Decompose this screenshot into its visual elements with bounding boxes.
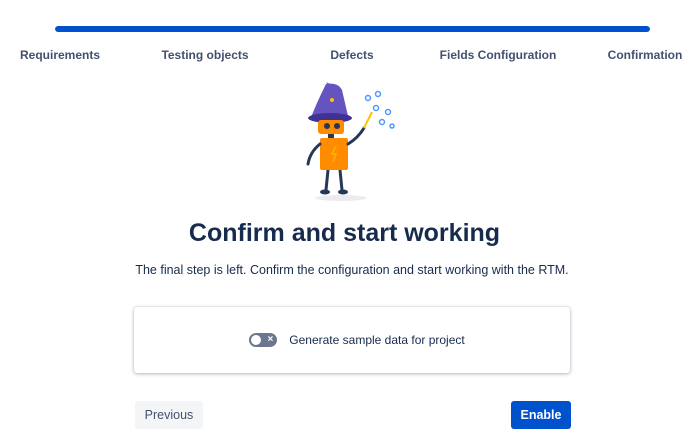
toggle-off-icon: × — [267, 334, 274, 345]
progress-bar-fill — [55, 26, 650, 32]
sample-data-toggle[interactable]: × — [249, 333, 278, 347]
step-confirmation[interactable]: Confirmation — [608, 48, 683, 62]
previous-button[interactable]: Previous — [135, 401, 203, 429]
enable-button[interactable]: Enable — [511, 401, 571, 429]
wizard-steps: Requirements Testing objects Defects Fie… — [0, 48, 689, 64]
step-requirements[interactable]: Requirements — [20, 48, 100, 62]
step-testing-objects[interactable]: Testing objects — [161, 48, 248, 62]
page-title: Confirm and start working — [188, 219, 501, 247]
setup-wizard-page: Requirements Testing objects Defects Fie… — [0, 0, 689, 443]
options-card: × Generate sample data for project — [134, 307, 570, 373]
toggle-knob — [251, 335, 262, 345]
page-subtitle: The final step is left. Confirm the conf… — [135, 263, 569, 277]
progress-bar — [55, 26, 650, 32]
step-fields-configuration[interactable]: Fields Configuration — [440, 48, 557, 62]
step-defects[interactable]: Defects — [330, 48, 373, 62]
sample-data-label: Generate sample data for project — [289, 333, 465, 347]
wizard-robot-illustration — [296, 82, 406, 204]
sample-data-option: × Generate sample data for project — [134, 307, 570, 373]
